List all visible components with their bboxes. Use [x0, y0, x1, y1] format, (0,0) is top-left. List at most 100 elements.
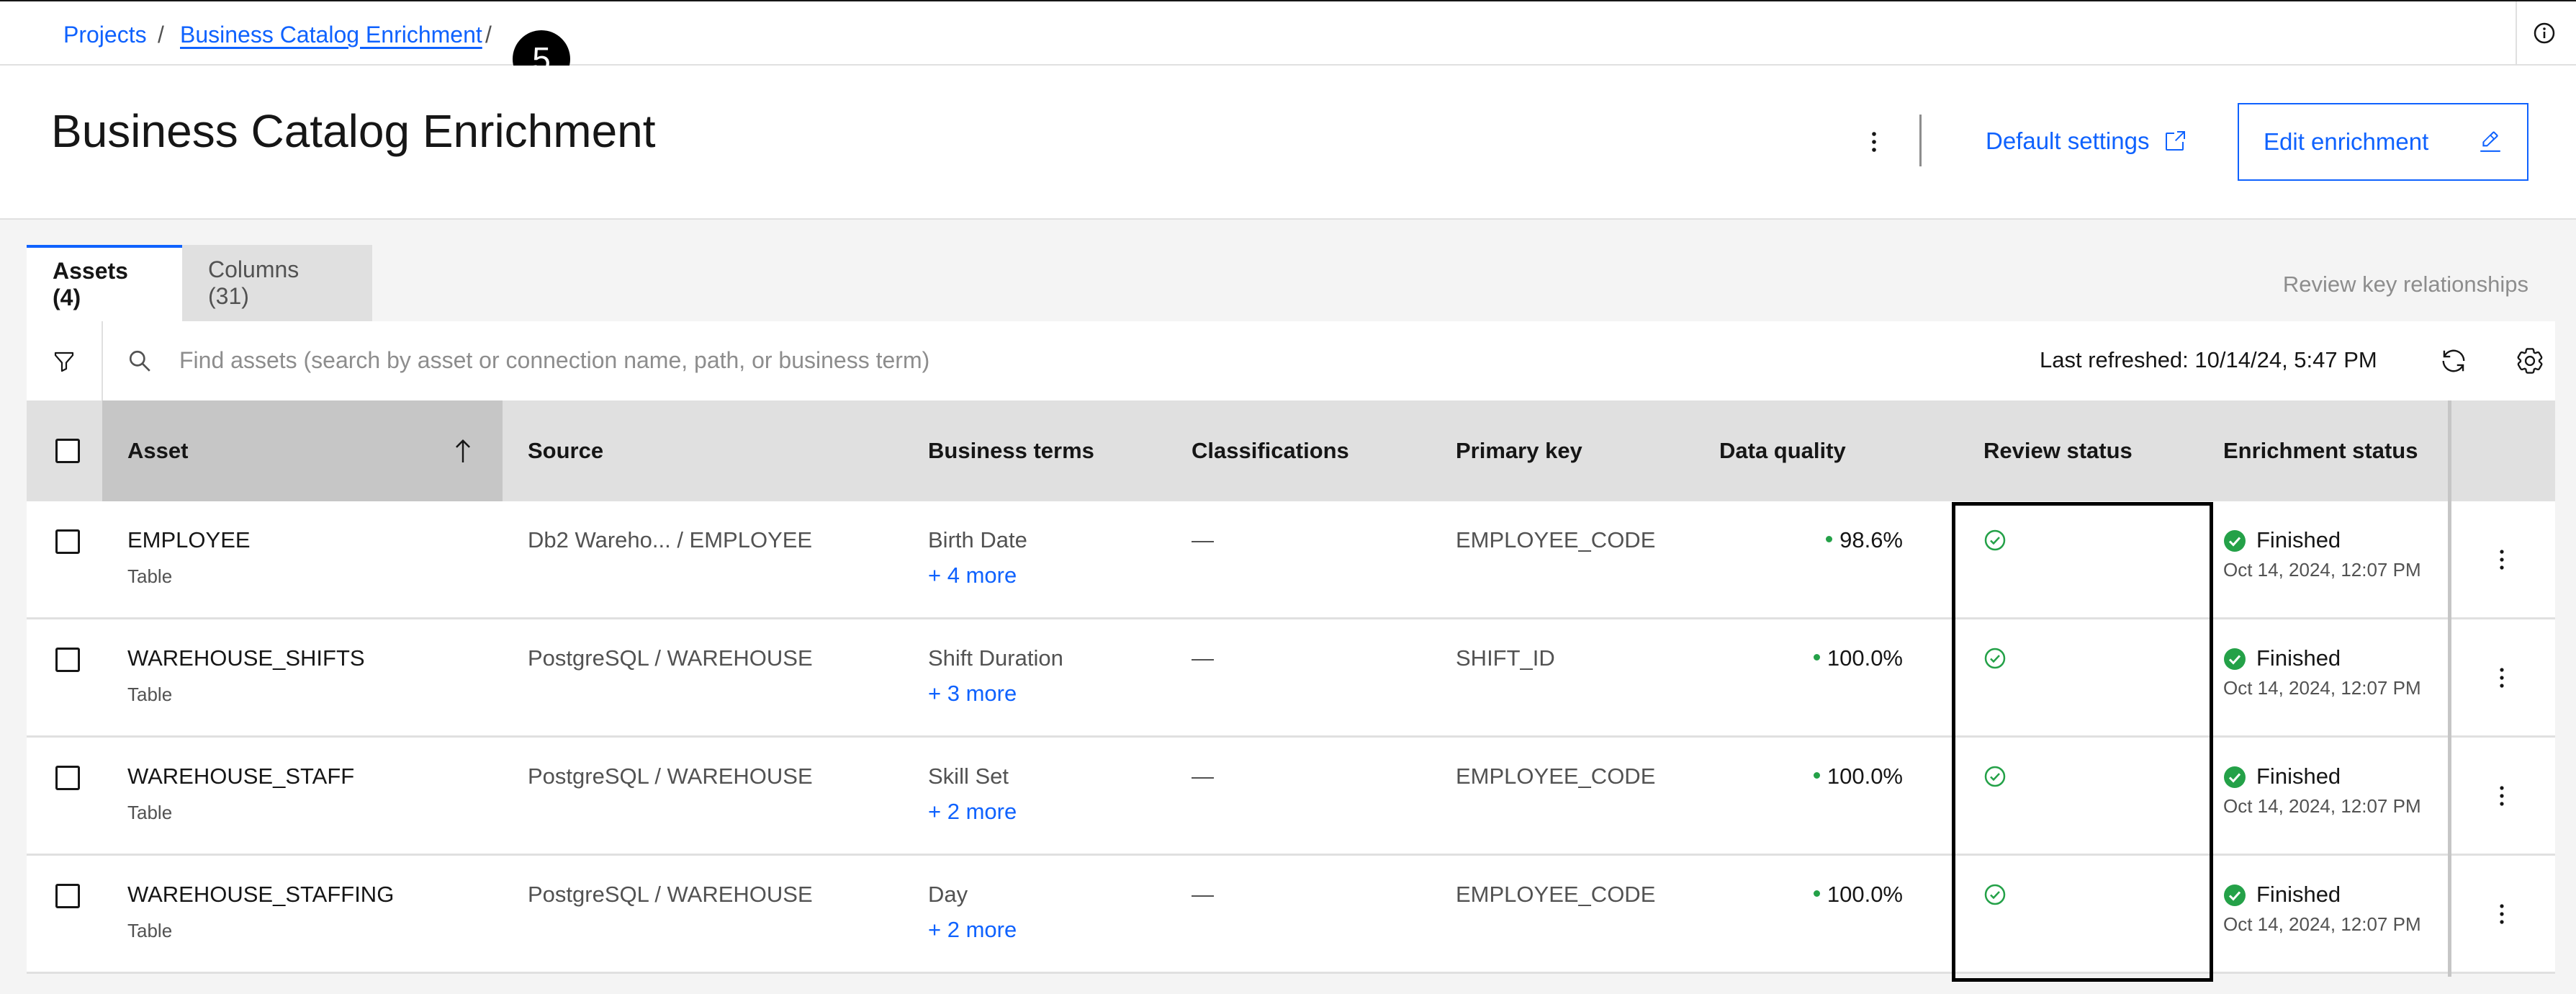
enrichment-status: Finished — [2256, 527, 2341, 552]
more-terms-link[interactable]: + 2 more — [928, 799, 1017, 825]
review-key-relationships-link[interactable]: Review key relationships — [2283, 272, 2528, 297]
checkmark-filled-icon — [2224, 885, 2246, 906]
asset-name[interactable]: WAREHOUSE_STAFF — [127, 764, 354, 789]
row-overflow-menu-icon[interactable] — [2498, 784, 2505, 807]
classification: — — [1192, 527, 1214, 552]
more-terms-link[interactable]: + 2 more — [928, 917, 1017, 943]
breadcrumb-projects[interactable]: Projects — [63, 22, 147, 48]
select-all-checkbox[interactable] — [55, 439, 80, 463]
row-checkbox[interactable] — [55, 884, 80, 908]
tab-assets[interactable]: Assets (4) — [27, 245, 182, 321]
enrichment-status: Finished — [2256, 764, 2341, 789]
more-terms-link[interactable]: + 3 more — [928, 681, 1017, 707]
enrichment-date: Oct 14, 2024, 12:07 PM — [2223, 677, 2421, 699]
table-header: Asset Source Business terms Classificati… — [27, 400, 2555, 501]
data-quality: 100.0% — [1813, 882, 1903, 908]
business-term: Skill Set — [928, 764, 1009, 789]
asset-source: PostgreSQL / WAREHOUSE — [528, 882, 813, 907]
settings-icon[interactable] — [2516, 347, 2544, 375]
primary-key: SHIFT_ID — [1456, 645, 1555, 671]
tab-columns[interactable]: Columns (31) — [182, 245, 372, 321]
table-toolbar: Last refreshed: 10/14/24, 5:47 PM — [27, 321, 2555, 400]
launch-icon — [2166, 131, 2186, 151]
review-status-highlight — [1952, 502, 2213, 982]
row-checkbox[interactable] — [55, 529, 80, 554]
primary-key: EMPLOYEE_CODE — [1456, 764, 1656, 789]
arrow-up-icon[interactable] — [451, 436, 474, 465]
classification: — — [1192, 882, 1214, 907]
asset-name[interactable]: EMPLOYEE — [127, 527, 251, 553]
enrichment-date: Oct 14, 2024, 12:07 PM — [2223, 559, 2421, 581]
column-header-classifications[interactable]: Classifications — [1192, 400, 1349, 501]
filter-button[interactable] — [27, 321, 103, 400]
column-header-review-status[interactable]: Review status — [1983, 400, 2133, 501]
header-divider — [1919, 115, 1922, 166]
column-header-business-terms[interactable]: Business terms — [928, 400, 1094, 501]
classification: — — [1192, 764, 1214, 789]
column-header-source[interactable]: Source — [528, 400, 603, 501]
topbar-divider — [2516, 1, 2517, 66]
primary-key: EMPLOYEE_CODE — [1456, 527, 1656, 552]
row-overflow-menu-icon[interactable] — [2498, 666, 2505, 689]
default-settings-label: Default settings — [1986, 127, 2150, 154]
checkmark-filled-icon — [2224, 766, 2246, 788]
page-title: Business Catalog Enrichment — [51, 105, 656, 157]
data-quality: 98.6% — [1826, 527, 1903, 553]
filter-icon — [54, 352, 74, 372]
asset-type: Table — [127, 565, 173, 587]
asset-type: Table — [127, 920, 173, 941]
last-refreshed: Last refreshed: 10/14/24, 5:47 PM — [2040, 347, 2377, 372]
row-overflow-menu-icon[interactable] — [2498, 903, 2505, 926]
data-quality-value: 100.0% — [1827, 882, 1903, 907]
column-header-asset[interactable]: Asset — [127, 400, 188, 501]
row-checkbox[interactable] — [55, 766, 80, 790]
search-icon — [129, 350, 150, 372]
checkmark-filled-icon — [2224, 648, 2246, 670]
data-quality: 100.0% — [1813, 764, 1903, 789]
default-settings-link[interactable]: Default settings — [1986, 127, 2187, 155]
edit-icon — [2480, 131, 2500, 152]
enrichment-status: Finished — [2256, 882, 2341, 907]
info-icon[interactable] — [2533, 22, 2556, 45]
more-terms-link[interactable]: + 4 more — [928, 563, 1017, 588]
asset-source: Db2 Wareho... / EMPLOYEE — [528, 527, 813, 552]
breadcrumb-business-catalog-enrichment[interactable]: Business Catalog Enrichment — [180, 22, 482, 48]
business-term: Birth Date — [928, 527, 1027, 552]
edit-enrichment-button[interactable]: Edit enrichment — [2238, 103, 2528, 181]
enrichment-status: Finished — [2256, 645, 2341, 671]
classification: — — [1192, 645, 1214, 671]
breadcrumb-separator: / — [158, 22, 164, 48]
asset-source: PostgreSQL / WAREHOUSE — [528, 764, 813, 789]
edit-enrichment-label: Edit enrichment — [2264, 128, 2429, 155]
data-quality: 100.0% — [1813, 645, 1903, 671]
enrichment-date: Oct 14, 2024, 12:07 PM — [2223, 913, 2421, 935]
row-overflow-menu-icon[interactable] — [2498, 548, 2505, 571]
row-checkbox[interactable] — [55, 648, 80, 672]
data-quality-value: 98.6% — [1839, 527, 1903, 552]
asset-name[interactable]: WAREHOUSE_STAFFING — [127, 882, 394, 908]
top-bar: Projects / Business Catalog Enrichment /… — [0, 0, 2576, 88]
sticky-column-divider — [2448, 400, 2451, 977]
checkmark-filled-icon — [2224, 530, 2246, 552]
column-header-enrichment-status[interactable]: Enrichment status — [2223, 400, 2418, 501]
asset-source: PostgreSQL / WAREHOUSE — [528, 645, 813, 671]
overflow-menu-icon[interactable] — [1865, 129, 1883, 155]
page-header: Business Catalog Enrichment Default sett… — [0, 66, 2576, 220]
business-term: Day — [928, 882, 968, 907]
asset-type: Table — [127, 684, 173, 705]
data-quality-value: 100.0% — [1827, 764, 1903, 789]
search-input[interactable] — [179, 339, 1547, 382]
refresh-icon[interactable] — [2440, 347, 2467, 375]
primary-key: EMPLOYEE_CODE — [1456, 882, 1656, 907]
asset-type: Table — [127, 802, 173, 823]
quality-dot-icon — [1813, 654, 1820, 661]
quality-dot-icon — [1826, 536, 1833, 543]
column-header-data-quality[interactable]: Data quality — [1719, 400, 1846, 501]
asset-name[interactable]: WAREHOUSE_SHIFTS — [127, 645, 365, 671]
quality-dot-icon — [1813, 890, 1820, 897]
enrichment-date: Oct 14, 2024, 12:07 PM — [2223, 795, 2421, 817]
quality-dot-icon — [1813, 772, 1820, 779]
column-header-primary-key[interactable]: Primary key — [1456, 400, 1582, 501]
business-term: Shift Duration — [928, 645, 1063, 671]
data-quality-value: 100.0% — [1827, 645, 1903, 671]
